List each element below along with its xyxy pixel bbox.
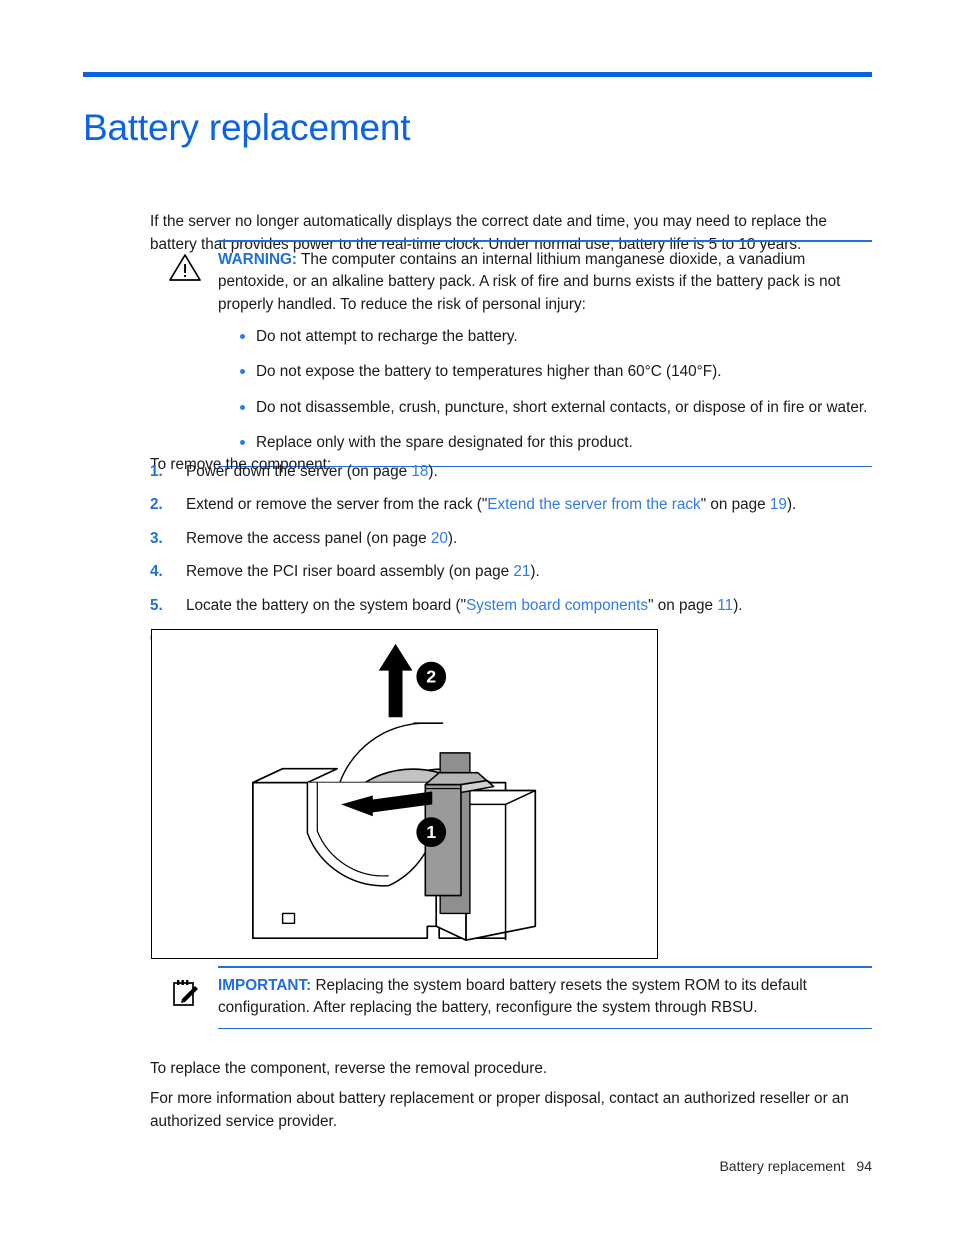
step-text: ). (530, 563, 540, 581)
step-text: Locate the battery on the system board (… (186, 596, 467, 614)
warning-bullet-text: Replace only with the spare designated f… (256, 434, 633, 452)
bullet-dot-icon (240, 440, 245, 446)
step-number: 2. (150, 496, 163, 514)
step-number: 5. (150, 596, 163, 614)
list-item: Do not attempt to recharge the battery. (218, 326, 872, 347)
procedure-step: 2. Extend or remove the server from the r… (150, 494, 873, 515)
warning-text: The computer contains an internal lithiu… (218, 250, 841, 313)
important-notepad-icon (168, 978, 202, 1008)
battery-removal-figure: 2 1 (151, 629, 658, 959)
list-item: Replace only with the spare designated f… (218, 432, 872, 453)
title-divider-rule (83, 72, 872, 77)
important-bottom-rule (218, 1027, 872, 1030)
step-number: 4. (150, 563, 163, 581)
bullet-dot-icon (240, 404, 245, 410)
procedure-step: 1. Power down the server (on page 18). (150, 461, 873, 482)
warning-bullet-text: Do not attempt to recharge the battery. (256, 328, 518, 346)
important-note-box: IMPORTANT: Replacing the system board ba… (150, 966, 872, 1030)
callout-2-label: 2 (426, 667, 436, 687)
bullet-dot-icon (240, 334, 245, 340)
procedure-step: 5. Locate the battery on the system board… (150, 595, 873, 616)
step-text: ). (733, 596, 743, 614)
disposal-note-paragraph: For more information about battery repla… (150, 1090, 849, 1130)
page-footer: Battery replacement 94 (719, 1158, 872, 1174)
step-text: Remove the access panel (on page (186, 529, 431, 547)
cross-reference-link[interactable]: Extend the server from the rack (487, 496, 700, 513)
procedure-step: 4. Remove the PCI riser board assembly (o… (150, 561, 873, 582)
step-text: " on page (648, 596, 718, 614)
step-text: Remove the PCI riser board assembly (on … (186, 563, 514, 581)
step-text: " on page (700, 496, 770, 514)
warning-note-box: WARNING: The computer contains an intern… (150, 240, 872, 468)
warning-bullet-list: Do not attempt to recharge the battery. … (218, 326, 872, 454)
list-item: Do not disassemble, crush, puncture, sho… (218, 397, 872, 418)
step-number: 3. (150, 529, 163, 547)
cross-reference-link[interactable]: System board components (466, 597, 648, 614)
page-reference-link[interactable]: 11 (717, 597, 733, 614)
step-text: ). (786, 496, 797, 514)
warning-label: WARNING: (218, 250, 298, 268)
page-reference-link[interactable]: 21 (513, 563, 530, 580)
step-text: ). (428, 463, 438, 480)
document-page: Battery replacement If the server no lon… (0, 0, 954, 1235)
page-title: Battery replacement (83, 106, 411, 148)
page-reference-link[interactable]: 20 (431, 530, 448, 547)
warning-bullet-text: Do not disassemble, crush, puncture, sho… (256, 398, 868, 416)
page-reference-link[interactable]: 19 (770, 496, 787, 513)
warning-bullet-text: Do not expose the battery to temperature… (256, 363, 722, 381)
page-reference-link[interactable]: 18 (411, 463, 428, 480)
callout-1-label: 1 (426, 822, 436, 842)
important-label: IMPORTANT: (218, 976, 312, 994)
step-text: Extend or remove the server from the rac… (186, 496, 488, 514)
step-number: 1. (150, 463, 163, 480)
step-text: Power down the server (on page (186, 463, 412, 480)
procedure-step: 3. Remove the access panel (on page 20). (150, 528, 873, 549)
bullet-dot-icon (240, 369, 245, 375)
warning-triangle-icon (168, 252, 202, 282)
list-item: Do not expose the battery to temperature… (218, 361, 872, 382)
step-text: ). (447, 529, 458, 547)
replace-note-paragraph: To replace the component, reverse the re… (150, 1060, 548, 1078)
